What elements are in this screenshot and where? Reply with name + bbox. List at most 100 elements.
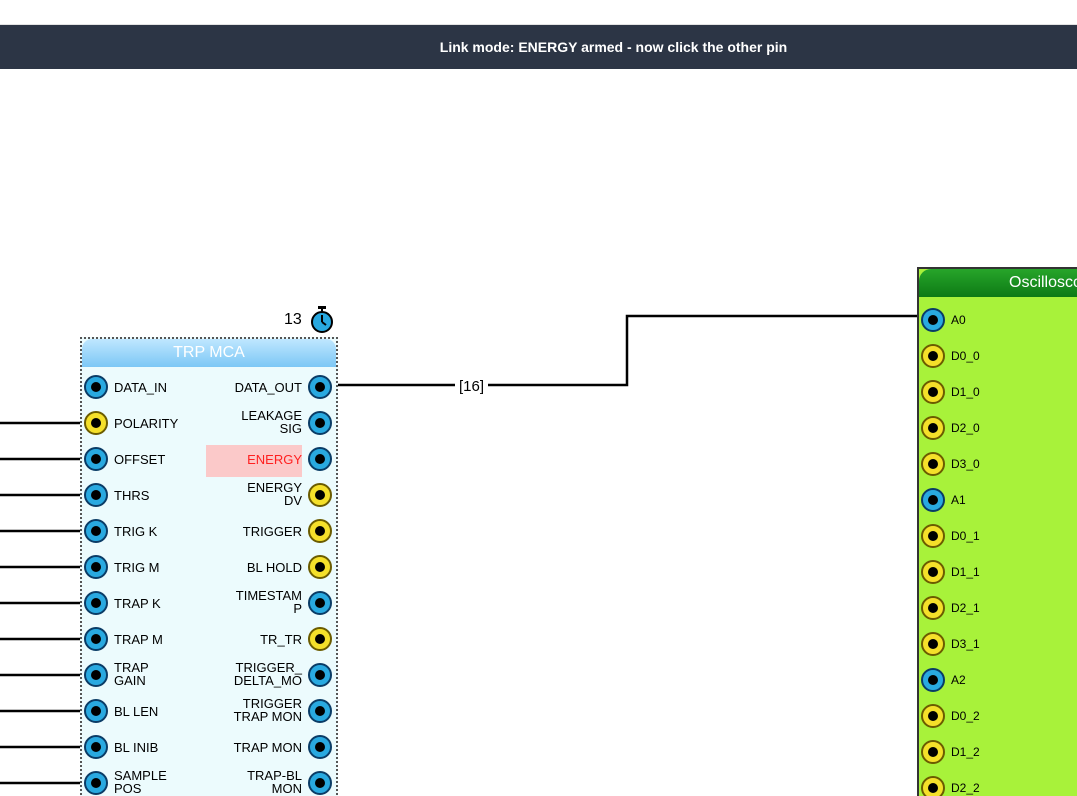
- osc-input-pin[interactable]: [921, 596, 945, 620]
- osc-input-pin[interactable]: [921, 560, 945, 584]
- input-pin[interactable]: [84, 735, 108, 759]
- osc-input-pin[interactable]: [921, 308, 945, 332]
- mca-pin-row: TRAP M TR_TR: [82, 621, 336, 657]
- osc-pin-label: A1: [951, 493, 966, 507]
- osc-pin-row: A0: [919, 303, 1077, 337]
- output-pin-label: TRIGGER: [242, 524, 302, 539]
- osc-pin-row: D1_2: [919, 735, 1077, 769]
- osc-pin-row: D0_1: [919, 519, 1077, 553]
- osc-pin-label: D0_2: [951, 709, 980, 723]
- osc-pin-row: D3_1: [919, 627, 1077, 661]
- output-pin[interactable]: [308, 375, 332, 399]
- output-pin[interactable]: [308, 627, 332, 651]
- output-pin[interactable]: [308, 771, 332, 795]
- output-pin[interactable]: [308, 447, 332, 471]
- output-pin[interactable]: [308, 591, 332, 615]
- output-pin[interactable]: [308, 519, 332, 543]
- mca-pin-row: TRAP K TIMESTAM P: [82, 585, 336, 621]
- input-pin-label: BL LEN: [114, 704, 159, 719]
- output-pin-label: TR_TR: [260, 632, 302, 647]
- osc-pin-row: D2_2: [919, 771, 1077, 796]
- output-pin-label: TRIGGER TRAP MON: [233, 696, 302, 724]
- wire-bus-label: [16]: [455, 378, 489, 395]
- osc-pin-row: D2_0: [919, 411, 1077, 445]
- output-pin-label: DATA_OUT: [234, 380, 302, 395]
- canvas[interactable]: Link mode: ENERGY armed - now click the …: [0, 0, 1077, 796]
- mca-pin-row: POLARITY LEAKAGE SIG: [82, 405, 336, 441]
- trp-mca-title[interactable]: TRP MCA: [82, 339, 336, 367]
- input-pin[interactable]: [84, 771, 108, 795]
- input-pin-label: TRAP K: [114, 596, 161, 611]
- osc-pin-label: D3_0: [951, 457, 980, 471]
- input-pin-label: TRIG M: [114, 560, 160, 575]
- timer-value: 13: [284, 311, 302, 328]
- input-pin[interactable]: [84, 591, 108, 615]
- input-pin[interactable]: [84, 375, 108, 399]
- output-pin-label: ENERGY DV: [247, 480, 302, 508]
- osc-pin-row: D2_1: [919, 591, 1077, 625]
- mca-pin-row: TRIG K TRIGGER: [82, 513, 336, 549]
- osc-pin-label: D2_0: [951, 421, 980, 435]
- osc-pin-row: D3_0: [919, 447, 1077, 481]
- input-pin[interactable]: [84, 447, 108, 471]
- output-pin-label: TRIGGER_ DELTA_MO: [233, 660, 302, 688]
- output-pin-label: TRAP-BL MON: [247, 768, 302, 796]
- output-pin[interactable]: [308, 663, 332, 687]
- output-pin[interactable]: [308, 699, 332, 723]
- osc-pin-label: D1_1: [951, 565, 980, 579]
- input-pin-label: TRIG K: [114, 524, 158, 539]
- input-pin[interactable]: [84, 699, 108, 723]
- osc-pin-label: D0_0: [951, 349, 980, 363]
- wire-data-out-to-a0: [330, 314, 925, 387]
- osc-input-pin[interactable]: [921, 416, 945, 440]
- osc-input-pin[interactable]: [921, 740, 945, 764]
- osc-pin-row: A2: [919, 663, 1077, 697]
- osc-input-pin[interactable]: [921, 380, 945, 404]
- osc-pin-label: D2_2: [951, 781, 980, 795]
- input-pin[interactable]: [84, 663, 108, 687]
- input-pin-label: TRAP M: [114, 632, 163, 647]
- output-pin-label: TIMESTAM P: [235, 588, 302, 616]
- output-pin[interactable]: [308, 483, 332, 507]
- osc-pin-label: D2_1: [951, 601, 980, 615]
- osc-pin-label: D0_1: [951, 529, 980, 543]
- input-pin-label: POLARITY: [114, 416, 179, 431]
- output-pin-label: BL HOLD: [246, 560, 302, 575]
- oscilloscope-title[interactable]: Oscilloscope: [919, 269, 1077, 297]
- osc-input-pin[interactable]: [921, 524, 945, 548]
- input-pin[interactable]: [84, 519, 108, 543]
- input-pin-label: SAMPLE POS: [114, 768, 167, 796]
- osc-input-pin[interactable]: [921, 632, 945, 656]
- osc-input-pin[interactable]: [921, 668, 945, 692]
- mca-pin-row: TRIG M BL HOLD: [82, 549, 336, 585]
- osc-pin-row: D0_2: [919, 699, 1077, 733]
- mca-pin-row: DATA_IN DATA_OUT: [82, 369, 336, 405]
- input-pin[interactable]: [84, 555, 108, 579]
- osc-pin-row: A1: [919, 483, 1077, 517]
- mca-pin-row: THRS ENERGY DV: [82, 477, 336, 513]
- output-pin-label: TRAP MON: [233, 740, 302, 755]
- osc-input-pin[interactable]: [921, 344, 945, 368]
- osc-input-pin[interactable]: [921, 452, 945, 476]
- stopwatch-icon: [311, 306, 333, 333]
- output-pin-label: ENERGY: [247, 452, 302, 467]
- osc-input-pin[interactable]: [921, 704, 945, 728]
- input-pin[interactable]: [84, 483, 108, 507]
- input-pin[interactable]: [84, 411, 108, 435]
- trp-mca-block[interactable]: TRP MCA DATA_IN DATA_OUT POLARITY LEAKAGE SI…: [80, 337, 338, 796]
- osc-pin-label: D3_1: [951, 637, 980, 651]
- osc-pin-label: D1_0: [951, 385, 980, 399]
- output-pin[interactable]: [308, 735, 332, 759]
- oscilloscope-block[interactable]: Oscilloscope A0 D0_0 D1_0 D2_0 D3_0 A1 D0_1 D1_…: [917, 267, 1077, 796]
- osc-input-pin[interactable]: [921, 488, 945, 512]
- input-pin-label: TRAP GAIN: [114, 660, 149, 688]
- output-pin[interactable]: [308, 555, 332, 579]
- osc-pin-row: D1_1: [919, 555, 1077, 589]
- osc-pin-row: D1_0: [919, 375, 1077, 409]
- osc-input-pin[interactable]: [921, 776, 945, 796]
- input-pin[interactable]: [84, 627, 108, 651]
- output-pin[interactable]: [308, 411, 332, 435]
- osc-pin-label: A2: [951, 673, 966, 687]
- osc-pin-row: D0_0: [919, 339, 1077, 373]
- output-pin-label: LEAKAGE SIG: [241, 408, 302, 436]
